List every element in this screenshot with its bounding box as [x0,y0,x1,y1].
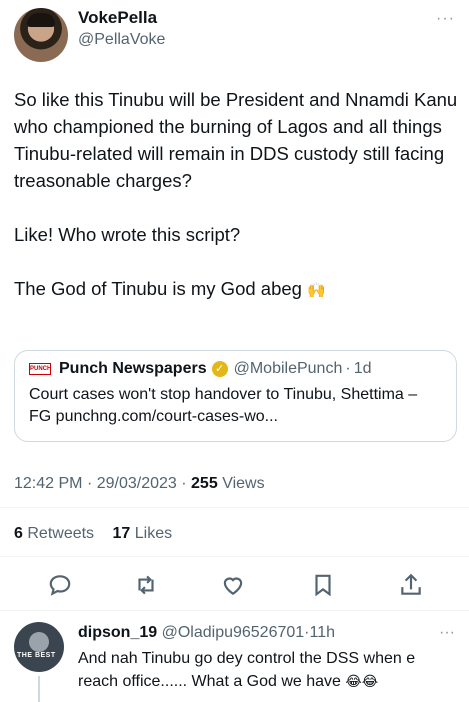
author-name[interactable]: VokePella [78,8,157,28]
retweets-count: 6 [14,525,23,542]
tweet-stats: 6 Retweets 17 Likes [14,525,172,543]
like-icon[interactable] [220,572,246,598]
retweets-label: Retweets [27,525,95,542]
quoted-author-name[interactable]: Punch Newspapers [59,360,207,378]
laughing-emoji: 😂😂 [345,673,379,689]
separator-dot: · [86,475,93,492]
tweet-paragraph: So like this Tinubu will be President an… [14,89,458,191]
tweet-paragraph: Like! Who wrote this script? [14,224,241,245]
reply-text: And nah Tinubu go dey control the DSS wh… [78,648,458,693]
retweet-icon[interactable] [133,572,159,598]
author-avatar[interactable] [14,8,68,62]
quoted-tweet-header: PUNCH Punch Newspapers ✓ @MobilePunch · … [29,360,442,378]
tweet-time[interactable]: 12:42 PM [14,475,82,492]
reply-tweet[interactable]: THE BEST dipson_19 @Oladipu96526701·11h … [0,618,469,702]
tweet-header: VokePella @PellaVoke ··· [14,6,455,62]
quoted-time[interactable]: 1d [354,360,372,378]
share-icon[interactable] [398,572,424,598]
tweet-text: So like this Tinubu will be President an… [14,86,460,304]
likes-count: 17 [112,525,131,542]
views-label: Views [222,475,265,492]
reply-more-options-icon[interactable]: ··· [439,624,455,642]
punch-logo: PUNCH [29,363,51,375]
separator-dot: · [345,360,351,377]
reply-author-name[interactable]: dipson_19 [78,624,157,641]
reply-time[interactable]: 11h [310,624,336,641]
reply-author-handle[interactable]: @Oladipu96526701 [162,624,305,641]
reply-icon[interactable] [47,572,73,598]
praise-hands-emoji: 🙌 [307,282,326,299]
tweet-actions [0,572,469,598]
tweet-date[interactable]: 29/03/2023 [97,475,177,492]
retweets-stat[interactable]: 6 Retweets [14,525,94,542]
divider [0,507,469,508]
thread-line [38,676,40,702]
verified-badge-icon: ✓ [211,361,228,377]
quoted-tweet[interactable]: PUNCH Punch Newspapers ✓ @MobilePunch · … [14,350,457,442]
more-options-icon[interactable]: ··· [436,10,455,28]
reply-avatar[interactable]: THE BEST [14,622,64,672]
bookmark-icon[interactable] [310,572,336,598]
likes-label: Likes [134,525,173,542]
divider [0,610,469,611]
separator-dot: · [181,475,187,492]
divider [0,556,469,557]
quoted-author-handle[interactable]: @MobilePunch [234,360,343,378]
reply-avatar-text: THE BEST [17,652,56,659]
tweet-paragraph-text: The God of Tinubu is my God abeg [14,278,302,299]
tweet-meta: 12:42 PM · 29/03/2023 · 255 Views [14,475,265,493]
author-handle[interactable]: @PellaVoke [78,31,165,49]
reply-header: dipson_19 @Oladipu96526701·11h [78,624,335,642]
likes-stat[interactable]: 17 Likes [113,525,173,542]
views-count: 255 [191,475,218,492]
quoted-tweet-text: Court cases won't stop handover to Tinub… [29,386,418,425]
tweet-paragraph: The God of Tinubu is my God abeg 🙌 [14,275,460,304]
